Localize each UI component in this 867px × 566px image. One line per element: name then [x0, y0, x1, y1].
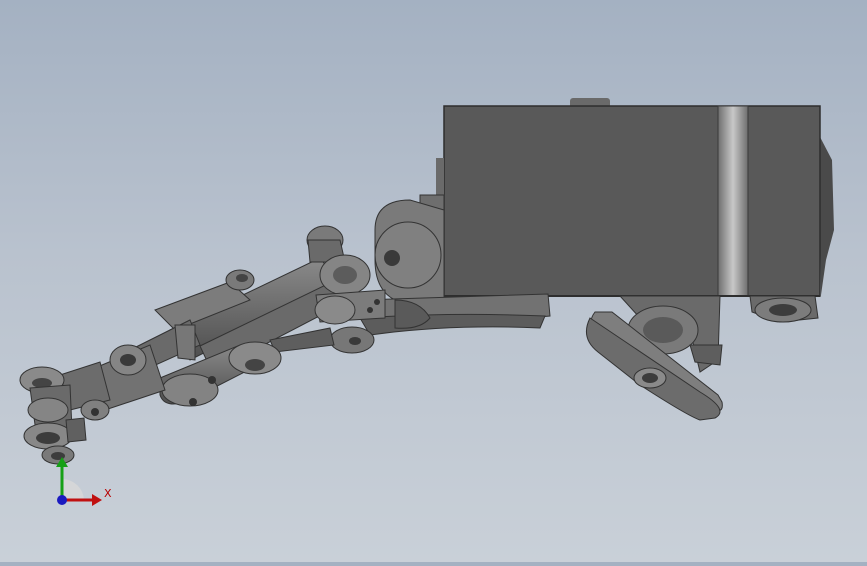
base-bracket[interactable]: [585, 295, 819, 421]
robot-arm-model[interactable]: [0, 0, 867, 562]
wrist-joint[interactable]: [59, 344, 166, 421]
y-axis-arrowhead: [56, 457, 68, 467]
cad-viewport[interactable]: X: [0, 0, 867, 562]
x-axis-label: X: [104, 487, 112, 500]
servo-motor-housing[interactable]: [443, 98, 834, 297]
x-axis-arrowhead: [92, 494, 102, 506]
z-axis-dot: [57, 495, 67, 505]
orientation-triad: X: [56, 457, 112, 506]
